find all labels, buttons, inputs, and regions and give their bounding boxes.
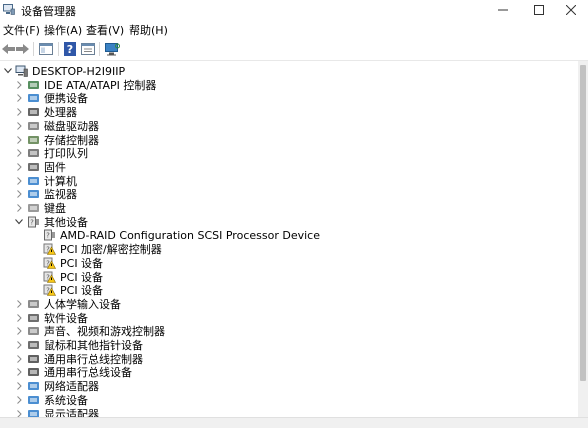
toolbar-separator <box>58 42 59 56</box>
status-bar <box>0 417 588 428</box>
tree-item-label: 其他设备 <box>44 215 88 229</box>
expand-chevron-icon[interactable] <box>15 354 23 364</box>
portable-device-icon <box>27 92 40 104</box>
show-hide-console-tree-button[interactable] <box>38 41 54 57</box>
menu-action[interactable]: 操作(A) <box>44 22 82 38</box>
back-button[interactable] <box>1 41 15 57</box>
other-devices-icon: ? <box>27 216 40 228</box>
forward-arrow-icon <box>15 44 29 54</box>
console-tree-icon <box>39 43 53 55</box>
menu-view[interactable]: 查看(V) <box>86 22 124 38</box>
toolbar-separator <box>99 42 100 56</box>
expand-chevron-icon[interactable] <box>15 148 23 158</box>
print-queue-icon <box>27 147 40 159</box>
firmware-icon <box>27 161 40 173</box>
tree-item-label: AMD-RAID Configuration SCSI Processor De… <box>60 228 320 242</box>
maximize-icon <box>534 5 544 15</box>
close-button[interactable] <box>554 0 588 20</box>
monitor-icon <box>27 188 40 200</box>
computer-icon-root <box>15 65 28 77</box>
menu-help[interactable]: 帮助(H) <box>129 22 168 38</box>
window-title: 设备管理器 <box>21 5 76 18</box>
unknown-device-warning-icon: ? <box>43 257 56 269</box>
expand-chevron-icon[interactable] <box>15 326 23 336</box>
help-button[interactable]: ? <box>63 41 77 57</box>
keyboard-icon <box>27 202 40 214</box>
menu-file[interactable]: 文件(F) <box>3 22 40 38</box>
hid-icon <box>27 298 40 310</box>
unknown-device-warning-icon: ? <box>43 243 56 255</box>
expand-chevron-icon[interactable] <box>15 121 23 131</box>
forward-button[interactable] <box>15 41 29 57</box>
expand-chevron-icon[interactable] <box>15 367 23 377</box>
mouse-icon <box>27 339 40 351</box>
expand-chevron-icon[interactable] <box>15 409 23 417</box>
toolbar-separator <box>33 42 34 56</box>
ide-controller-icon <box>27 79 40 91</box>
expand-chevron-icon[interactable] <box>15 313 23 323</box>
scrollbar-thumb[interactable] <box>580 65 586 381</box>
disk-drive-icon <box>27 120 40 132</box>
collapse-chevron-icon[interactable] <box>15 217 23 227</box>
expand-chevron-icon[interactable] <box>15 93 23 103</box>
scan-hardware-button[interactable] <box>104 41 120 57</box>
title-bar: 设备管理器 <box>0 0 588 20</box>
minimize-icon <box>498 9 508 11</box>
tree-category[interactable]: ? 其他设备 <box>15 215 88 229</box>
svg-text:?: ? <box>46 232 50 240</box>
collapse-chevron-icon[interactable] <box>4 66 12 76</box>
display-adapter-icon <box>27 408 40 417</box>
expand-chevron-icon[interactable] <box>15 135 23 145</box>
expand-chevron-icon[interactable] <box>15 80 23 90</box>
expand-chevron-icon[interactable] <box>15 299 23 309</box>
scan-hardware-icon <box>104 42 120 55</box>
toolbar: ? <box>0 38 588 61</box>
software-device-icon <box>27 312 40 324</box>
expand-chevron-icon[interactable] <box>15 340 23 350</box>
sound-icon <box>27 325 40 337</box>
usb-device-icon <box>27 366 40 378</box>
unknown-device-warning-icon: ? <box>43 271 56 283</box>
device-tree[interactable]: DESKTOP-H2I9IIP IDE ATA/ATAPI 控制器 便携设备 处理器磁… <box>0 61 578 417</box>
tree-item-label: DESKTOP-H2I9IIP <box>32 64 126 78</box>
network-adapter-icon <box>27 380 40 392</box>
svg-text:?: ? <box>67 43 73 56</box>
maximize-button[interactable] <box>522 0 556 20</box>
vertical-scrollbar[interactable] <box>578 61 588 417</box>
expand-chevron-icon[interactable] <box>15 189 23 199</box>
minimize-button[interactable] <box>486 0 520 20</box>
unknown-device-warning-icon: ? <box>43 284 56 296</box>
back-arrow-icon <box>1 44 15 54</box>
computer-icon <box>27 175 40 187</box>
system-device-icon <box>27 394 40 406</box>
help-icon: ? <box>64 42 76 56</box>
expand-chevron-icon[interactable] <box>15 381 23 391</box>
expand-chevron-icon[interactable] <box>15 203 23 213</box>
properties-icon <box>81 43 95 55</box>
tree-category[interactable]: 显示适配器 <box>16 407 99 418</box>
processor-icon <box>27 106 40 118</box>
unknown-device-icon: ? <box>43 229 56 241</box>
menu-bar: 文件(F) 操作(A) 查看(V) 帮助(H) <box>0 20 588 38</box>
device-manager-app-icon <box>3 4 15 15</box>
expand-chevron-icon[interactable] <box>15 162 23 172</box>
expand-chevron-icon[interactable] <box>15 395 23 405</box>
close-icon <box>566 5 576 15</box>
storage-controller-icon <box>27 134 40 146</box>
expand-chevron-icon[interactable] <box>15 176 23 186</box>
svg-text:?: ? <box>30 218 34 226</box>
properties-button[interactable] <box>80 41 96 57</box>
usb-controller-icon <box>27 353 40 365</box>
expand-chevron-icon[interactable] <box>15 107 23 117</box>
tree-item-label: 显示适配器 <box>44 407 99 418</box>
